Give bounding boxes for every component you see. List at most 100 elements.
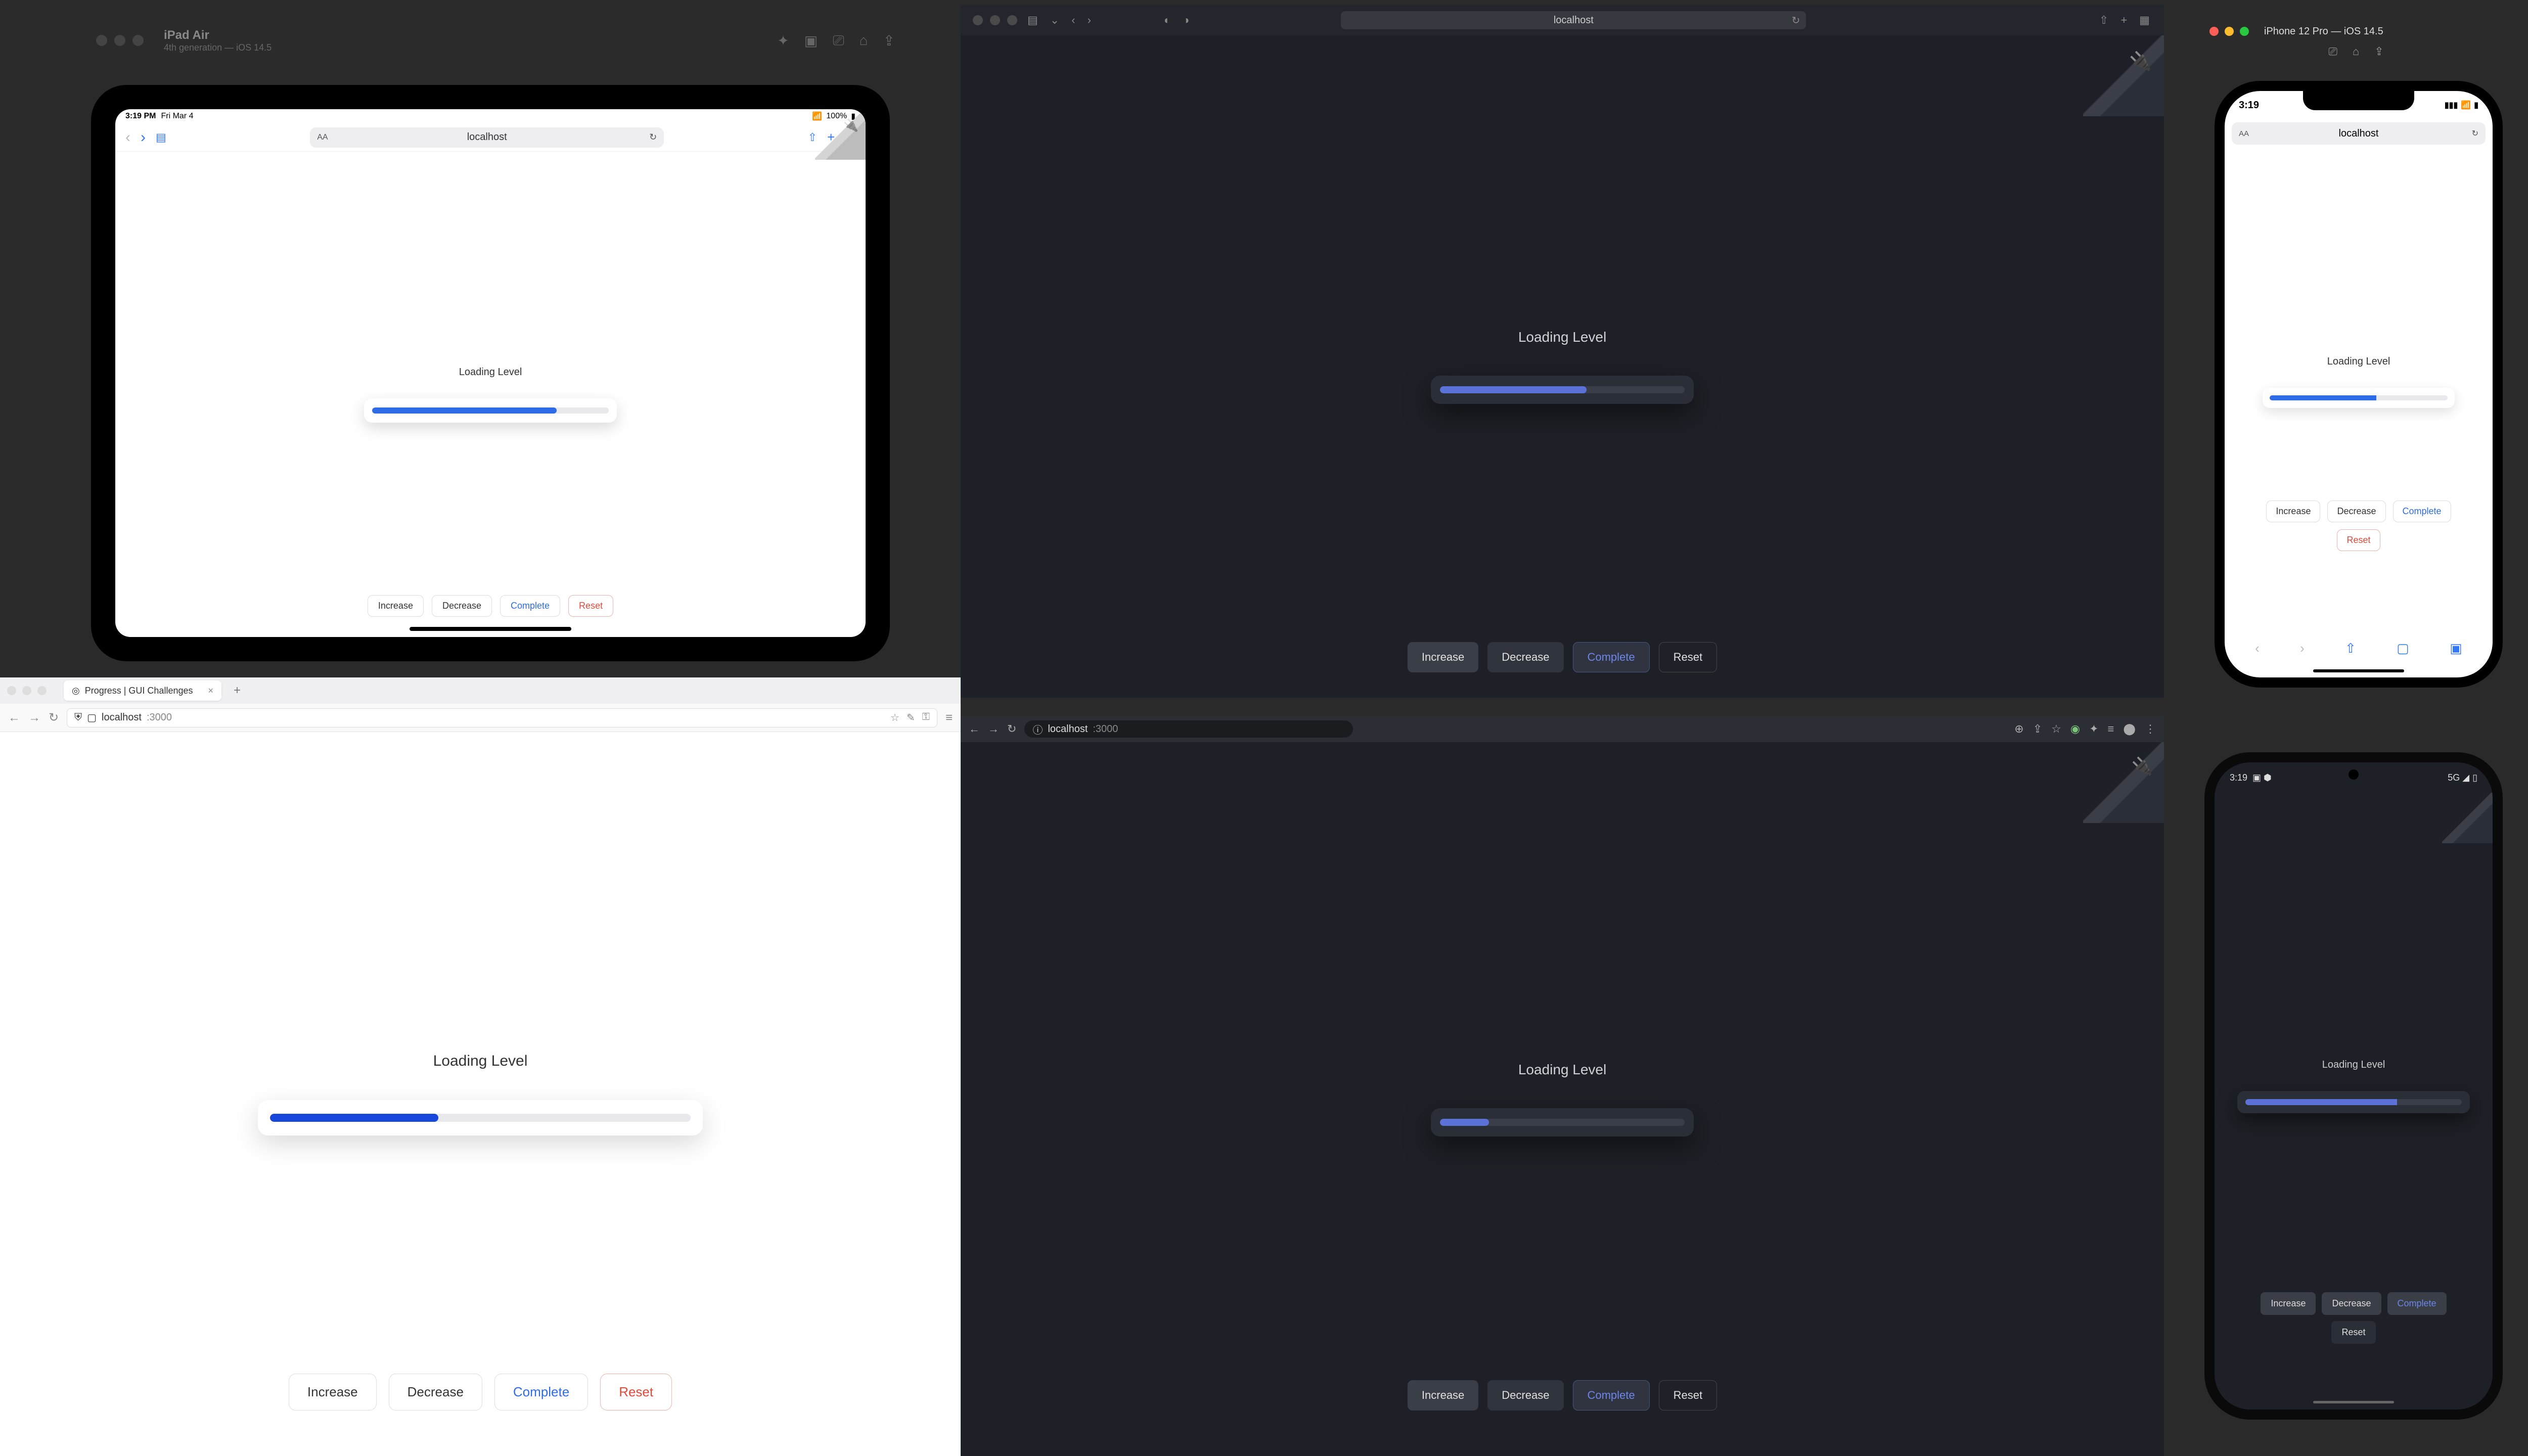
info-icon[interactable]: ▢ — [87, 711, 97, 724]
address-bar[interactable]: ⛨ ▢ localhost:3000 ☆ ✎ ⚿ — [67, 708, 937, 727]
profile-icon[interactable]: ⬤ — [2123, 722, 2136, 736]
decrease-button[interactable]: Decrease — [389, 1374, 482, 1410]
complete-button[interactable]: Complete — [494, 1374, 588, 1410]
new-tab-icon[interactable]: + — [2118, 14, 2129, 27]
back-button[interactable]: ‹ — [1069, 14, 1077, 27]
forward-button[interactable]: → — [988, 722, 999, 736]
decrease-button[interactable]: Decrease — [2327, 500, 2385, 522]
minimize-dot[interactable] — [22, 686, 31, 695]
info-icon[interactable]: ⓘ — [1032, 722, 1043, 737]
address-bar[interactable]: ⓘ localhost:3000 — [1024, 720, 1353, 738]
address-bar[interactable]: AA localhost ↻ — [310, 127, 664, 148]
increase-button[interactable]: Increase — [1408, 642, 1478, 672]
home-icon[interactable]: ⌂ — [860, 32, 868, 49]
tabs-icon[interactable]: ▣ — [2450, 641, 2462, 656]
progress-bar — [2263, 388, 2455, 408]
screenshot-icon[interactable]: ▣ — [804, 32, 818, 49]
minimize-dot[interactable] — [114, 35, 125, 46]
camera-icon[interactable]: ⎚ — [833, 32, 844, 49]
back-button[interactable]: ‹ — [125, 129, 130, 146]
extension-icon[interactable]: ◉ — [2070, 722, 2080, 736]
home-icon[interactable]: ⌂ — [2353, 45, 2359, 58]
share-icon[interactable]: ⇪ — [2374, 45, 2383, 58]
reset-button[interactable]: Reset — [1659, 1380, 1717, 1410]
reset-button[interactable]: Reset — [568, 595, 613, 617]
share-icon[interactable]: ⇧ — [2345, 641, 2356, 656]
close-dot[interactable] — [973, 15, 983, 25]
increase-button[interactable]: Increase — [2261, 1292, 2316, 1315]
wand-icon[interactable]: ✦ — [777, 32, 789, 49]
close-dot[interactable] — [2209, 27, 2219, 36]
key-icon[interactable]: ⚿ — [922, 711, 930, 724]
minimize-dot[interactable] — [2225, 27, 2234, 36]
share-icon[interactable]: ⇧ — [2097, 14, 2110, 27]
reload-button[interactable]: ↻ — [49, 710, 59, 725]
reset-button[interactable]: Reset — [2337, 529, 2380, 551]
menu-icon[interactable]: ⋮ — [2145, 722, 2156, 736]
eyedropper-icon[interactable]: ✎ — [907, 711, 915, 724]
extensions-icon[interactable]: ✦ — [2089, 722, 2098, 736]
maximize-dot[interactable] — [1007, 15, 1017, 25]
forward-button[interactable]: › — [141, 129, 146, 146]
complete-button[interactable]: Complete — [1572, 642, 1649, 672]
share-icon[interactable]: ⇪ — [2033, 722, 2042, 736]
address-bar[interactable]: localhost ↻ — [1341, 11, 1806, 29]
maximize-dot[interactable] — [2240, 27, 2249, 36]
reset-button[interactable]: Reset — [2331, 1321, 2375, 1344]
menu-icon[interactable]: ≡ — [945, 711, 953, 725]
reload-button[interactable]: ↻ — [1007, 722, 1016, 736]
bookmark-star-icon[interactable]: ☆ — [890, 711, 899, 724]
chevron-down-icon[interactable]: ⌄ — [1048, 14, 1061, 27]
reload-icon[interactable]: ↻ — [649, 132, 657, 143]
maximize-dot[interactable] — [37, 686, 47, 695]
tabs-icon[interactable]: ▦ — [2137, 14, 2152, 27]
back-button[interactable]: ‹ — [2255, 641, 2260, 656]
new-tab-button[interactable]: + — [234, 684, 241, 698]
home-indicator[interactable] — [2313, 1401, 2394, 1403]
complete-button[interactable]: Complete — [2387, 1292, 2447, 1315]
reset-button[interactable]: Reset — [1659, 642, 1717, 672]
close-dot[interactable] — [7, 686, 16, 695]
reading-list-icon[interactable]: ≡ — [2108, 722, 2114, 736]
maximize-dot[interactable] — [132, 35, 144, 46]
increase-button[interactable]: Increase — [289, 1374, 377, 1410]
complete-button[interactable]: Complete — [2393, 500, 2451, 522]
increase-button[interactable]: Increase — [368, 595, 424, 617]
reload-icon[interactable]: ↻ — [1792, 14, 1800, 27]
forward-button[interactable]: › — [1086, 14, 1093, 27]
reload-icon[interactable]: ↻ — [2472, 128, 2478, 139]
address-bar[interactable]: AA localhost ↻ — [2232, 122, 2486, 145]
reset-button[interactable]: Reset — [600, 1374, 672, 1410]
home-indicator[interactable] — [2313, 669, 2404, 672]
forward-button[interactable]: → — [28, 711, 40, 725]
sidebar-icon[interactable]: ▤ — [1025, 14, 1040, 27]
close-dot[interactable] — [96, 35, 107, 46]
decrease-button[interactable]: Decrease — [432, 595, 492, 617]
browser-tab[interactable]: ◎ Progress | GUI Challenges × — [64, 680, 221, 701]
forward-button[interactable]: › — [2300, 641, 2305, 656]
sidebar-icon[interactable]: ▤ — [156, 131, 166, 144]
install-icon[interactable]: ⊕ — [2014, 722, 2023, 736]
traffic-lights — [973, 15, 1017, 25]
shield-icon[interactable]: ◐ — [1162, 14, 1172, 27]
share-icon[interactable]: ⇪ — [883, 32, 895, 49]
decrease-button[interactable]: Decrease — [1487, 642, 1563, 672]
complete-button[interactable]: Complete — [1572, 1380, 1649, 1410]
increase-button[interactable]: Increase — [2266, 500, 2320, 522]
text-size-icon[interactable]: AA — [317, 133, 328, 142]
back-button[interactable]: ← — [8, 711, 20, 725]
appearance-icon[interactable]: ◑ — [1181, 14, 1191, 27]
decrease-button[interactable]: Decrease — [1487, 1380, 1563, 1410]
bookmark-star-icon[interactable]: ☆ — [2051, 722, 2061, 736]
screenshot-icon[interactable]: ⎚ — [2328, 45, 2337, 58]
bookmarks-icon[interactable]: ▢ — [2397, 641, 2409, 656]
back-button[interactable]: ← — [969, 722, 980, 736]
complete-button[interactable]: Complete — [500, 595, 560, 617]
close-tab-icon[interactable]: × — [208, 686, 214, 696]
decrease-button[interactable]: Decrease — [2322, 1292, 2381, 1315]
shield-icon[interactable]: ⛨ — [74, 712, 82, 723]
increase-button[interactable]: Increase — [1408, 1380, 1478, 1410]
minimize-dot[interactable] — [990, 15, 1000, 25]
home-indicator[interactable] — [410, 627, 571, 631]
text-size-icon[interactable]: AA — [2239, 129, 2249, 138]
